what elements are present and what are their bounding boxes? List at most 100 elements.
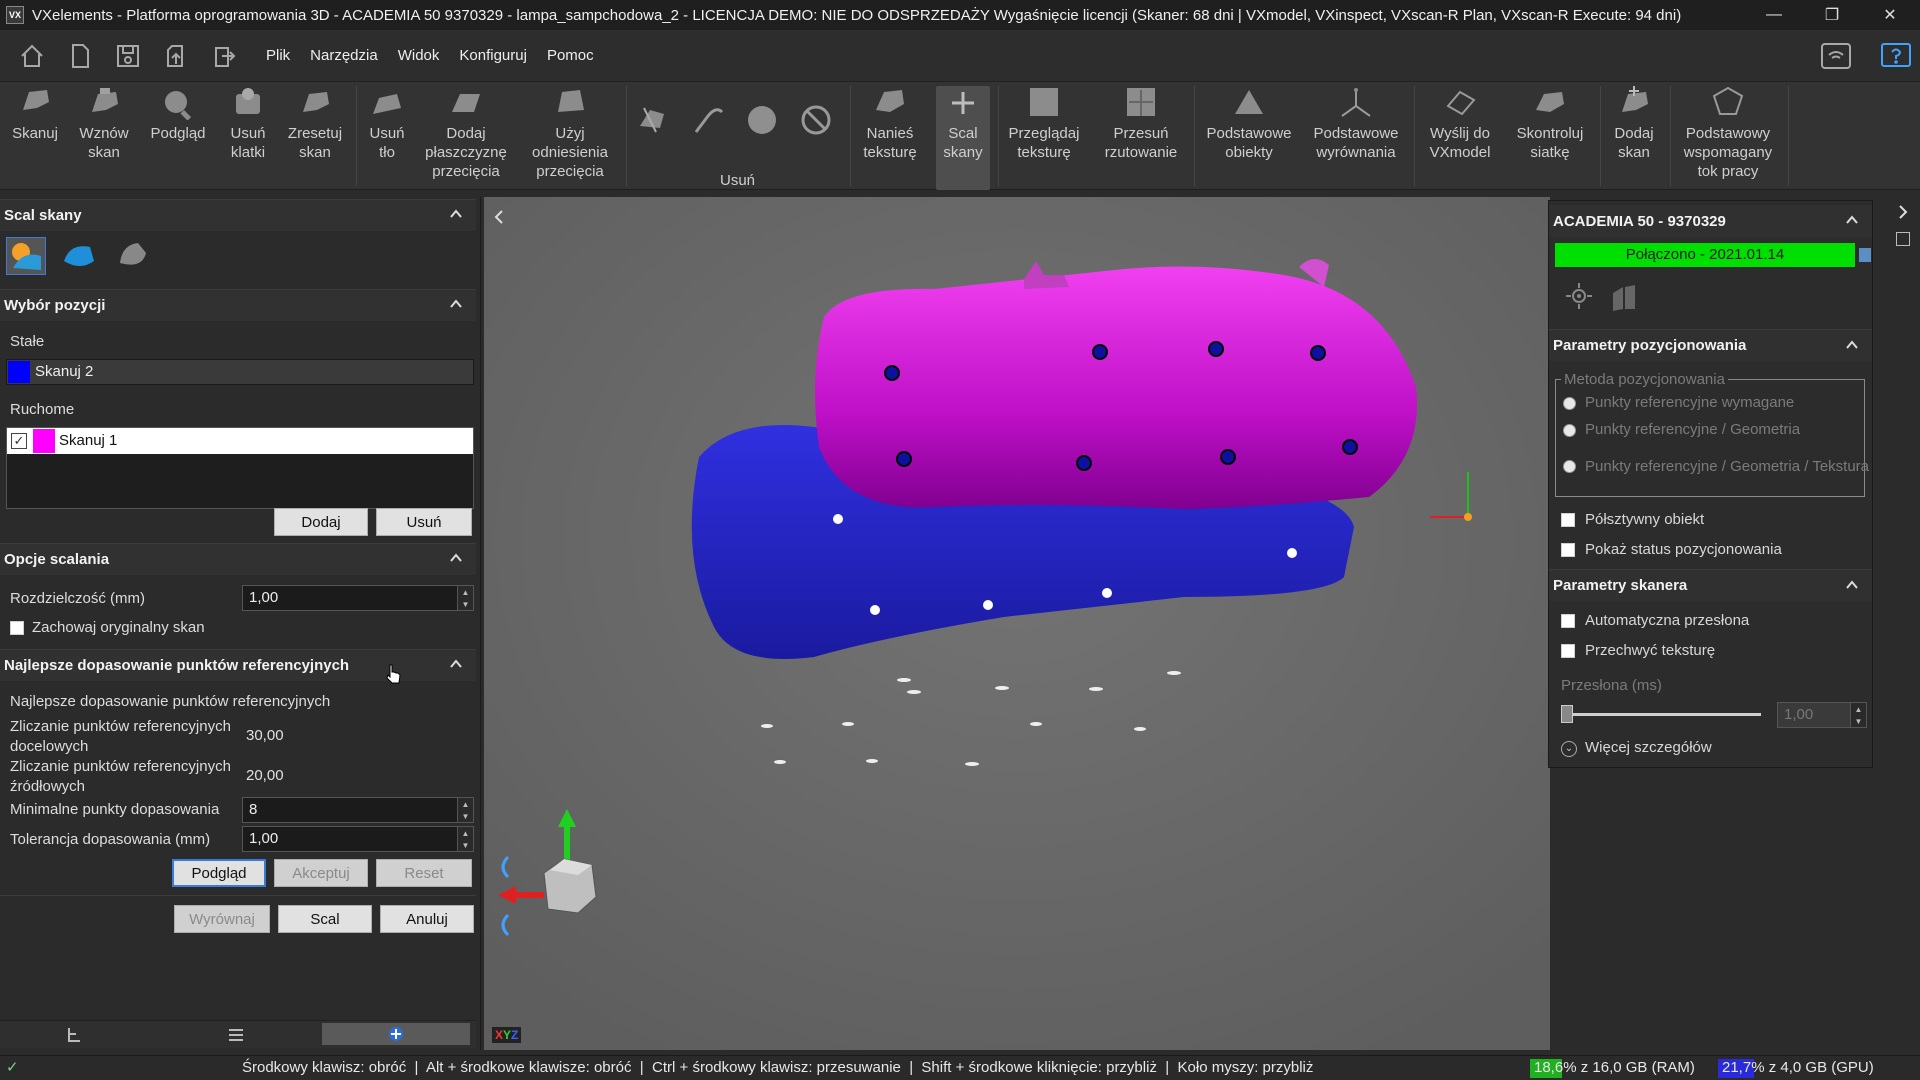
nanies-teksture-button[interactable]: Nanieś teksturę xyxy=(856,86,924,162)
chevron-up-icon[interactable] xyxy=(1846,214,1858,226)
tree-view-icon[interactable] xyxy=(64,1025,84,1049)
new-file-icon[interactable] xyxy=(64,40,96,72)
usun-button[interactable]: Usuń xyxy=(376,508,472,536)
merge-mode-texture-icon[interactable] xyxy=(6,237,46,275)
wybor-pozycji-header[interactable]: Wybór pozycji xyxy=(0,289,476,321)
zachowaj-checkbox[interactable] xyxy=(10,621,24,635)
chevron-up-icon[interactable] xyxy=(1846,579,1858,591)
export-icon[interactable] xyxy=(208,40,240,72)
restore-icon[interactable]: ❐ xyxy=(1803,0,1861,30)
podstawowy-tok-pracy-button[interactable]: Podstawowy wspomagany tok pracy xyxy=(1676,86,1780,181)
import-icon[interactable] xyxy=(160,40,192,72)
panel-toggle-icon[interactable] xyxy=(1896,232,1910,246)
dodaj-plaszczyzne-button[interactable]: Dodaj płaszczyznę przecięcia xyxy=(420,86,512,181)
expand-right-icon[interactable] xyxy=(1896,204,1910,224)
przechwyc-checkbox[interactable] xyxy=(1561,644,1575,658)
pos-params-header[interactable]: Parametry pozycjonowania xyxy=(1549,329,1872,361)
rozdzielczosc-input[interactable]: 1,00 ▲ ▼ xyxy=(242,585,474,611)
scal-skany-button[interactable]: Scal skany xyxy=(936,86,990,190)
menu-pomoc[interactable]: Pomoc xyxy=(547,47,594,64)
chevron-up-icon[interactable] xyxy=(450,208,462,220)
scanner-device-icon[interactable] xyxy=(1609,281,1639,317)
fixed-scan-name: Skanuj 2 xyxy=(35,363,94,380)
merge-tab-icon xyxy=(389,1027,403,1041)
zresetuj-skan-button[interactable]: Zresetuj skan xyxy=(282,86,348,162)
app-logo: VX xyxy=(6,6,24,24)
menu-widok[interactable]: Widok xyxy=(398,47,440,64)
przeslona-input[interactable]: 1,00 ▲ ▼ xyxy=(1777,702,1867,728)
divider xyxy=(0,895,476,896)
lasso-tool-icon[interactable] xyxy=(690,102,726,138)
wifi-status-icon[interactable] xyxy=(1820,40,1852,72)
help-icon[interactable] xyxy=(1880,40,1912,72)
menu-konfiguruj[interactable]: Konfiguruj xyxy=(459,47,527,64)
metoda-radio-2[interactable] xyxy=(1563,424,1576,437)
tolerancja-input[interactable]: 1,00 ▲ ▼ xyxy=(242,826,474,852)
scanner-params-header[interactable]: Parametry skanera xyxy=(1549,569,1872,601)
podstawowe-obiekty-button[interactable]: Podstawowe obiekty xyxy=(1200,86,1298,162)
scal-skany-label-1: Scal xyxy=(948,125,978,142)
close-icon[interactable]: ✕ xyxy=(1861,0,1919,30)
przeslona-slider-track[interactable] xyxy=(1565,713,1761,716)
dodaj-button[interactable]: Dodaj xyxy=(274,508,368,536)
menu-narzedzia[interactable]: Narzędzia xyxy=(310,47,378,64)
merge-tab-active[interactable] xyxy=(322,1023,470,1045)
home-icon[interactable] xyxy=(16,40,48,72)
save-icon[interactable] xyxy=(112,40,144,72)
najlepsze-dopasowanie-header[interactable]: Najlepsze dopasowanie punktów referencyj… xyxy=(0,649,476,681)
opcje-scalania-header[interactable]: Opcje scalania xyxy=(0,543,476,575)
dodaj-skan-button[interactable]: Dodaj skan xyxy=(1606,86,1662,162)
chevron-up-icon[interactable] xyxy=(450,658,462,670)
przesun-rzutowanie-button[interactable]: Przesuń rzutowanie xyxy=(1100,86,1182,162)
anuluj-button[interactable]: Anuluj xyxy=(380,905,474,933)
przegladaj-teksture-button[interactable]: Przeglądaj teksturę xyxy=(1004,86,1084,162)
min-punkty-input[interactable]: 8 ▲ ▼ xyxy=(242,797,474,823)
chevron-up-icon[interactable] xyxy=(450,552,462,564)
skontroluj-siatke-button[interactable]: Skontroluj siatkę xyxy=(1508,86,1592,162)
wyrownaj-button[interactable]: Wyrównaj xyxy=(174,905,270,933)
chevron-up-icon[interactable] xyxy=(1846,339,1858,351)
metoda-radio-3[interactable] xyxy=(1563,460,1576,473)
przeslona-slider-handle[interactable] xyxy=(1561,705,1573,723)
akceptuj-button[interactable]: Akceptuj xyxy=(274,859,368,887)
menu-plik[interactable]: Plik xyxy=(266,47,290,64)
moving-scan-checkbox[interactable]: ✓ xyxy=(11,433,27,449)
usun-tlo-button[interactable]: Usuń tło xyxy=(362,86,412,162)
minimize-icon[interactable]: — xyxy=(1745,0,1803,30)
auto-przeslona-checkbox[interactable] xyxy=(1561,614,1575,628)
dodaj-skan-label-1: Dodaj xyxy=(1614,125,1654,142)
chevron-down-icon[interactable]: ⌄ xyxy=(1561,741,1577,757)
podglad-button[interactable]: Podgląd xyxy=(144,86,212,143)
list-view-icon[interactable] xyxy=(226,1025,246,1049)
wiecej-link[interactable]: Więcej szczegółów xyxy=(1585,739,1712,756)
min-punkty-stepper[interactable]: ▲ ▼ xyxy=(457,798,473,822)
pokaz-status-checkbox[interactable] xyxy=(1561,543,1575,557)
wznow-skan-button[interactable]: Wznów skan xyxy=(72,86,136,162)
reset-button[interactable]: Reset xyxy=(376,859,472,887)
podstawowe-wyrownania-button[interactable]: Podstawowe wyrównania xyxy=(1308,86,1404,162)
deselect-tool-icon[interactable] xyxy=(798,102,834,138)
skanuj-button[interactable]: Skanuj xyxy=(4,86,66,143)
scal-skany-header[interactable]: Scal skany xyxy=(0,199,476,231)
uzyj-odniesienia-button[interactable]: Użyj odniesienia przecięcia xyxy=(522,86,618,181)
rozdzielczosc-stepper[interactable]: ▲ ▼ xyxy=(457,586,473,610)
polsztywny-checkbox[interactable] xyxy=(1561,513,1575,527)
select-tool-icon[interactable] xyxy=(636,102,672,138)
scal-button[interactable]: Scal xyxy=(278,905,372,933)
moving-scan-item[interactable]: ✓ Skanuj 1 xyxy=(7,428,473,454)
przeslona-stepper[interactable]: ▲ ▼ xyxy=(1850,703,1866,727)
3d-viewport[interactable]: XYZ xyxy=(484,197,1550,1050)
usun-klatki-button[interactable]: Usuń klatki xyxy=(220,86,276,162)
chevron-up-icon[interactable] xyxy=(450,298,462,310)
laser-settings-icon[interactable] xyxy=(1561,281,1597,315)
wyslij-vxmodel-button[interactable]: Wyślij do VXmodel xyxy=(1420,86,1500,162)
fixed-scan-item[interactable]: Skanuj 2 xyxy=(6,359,474,385)
merge-mode-mesh-icon[interactable] xyxy=(114,237,154,275)
podglad-button-panel[interactable]: Podgląd xyxy=(172,859,266,887)
tolerancja-stepper[interactable]: ▲ ▼ xyxy=(457,827,473,851)
device-header[interactable]: ACADEMIA 50 - 9370329 xyxy=(1549,205,1872,237)
metoda-radio-1[interactable] xyxy=(1563,397,1576,410)
merge-mode-geometry-icon[interactable] xyxy=(60,237,100,275)
sphere-select-icon[interactable] xyxy=(744,102,780,138)
scal-skany-title: Scal skany xyxy=(4,207,82,224)
